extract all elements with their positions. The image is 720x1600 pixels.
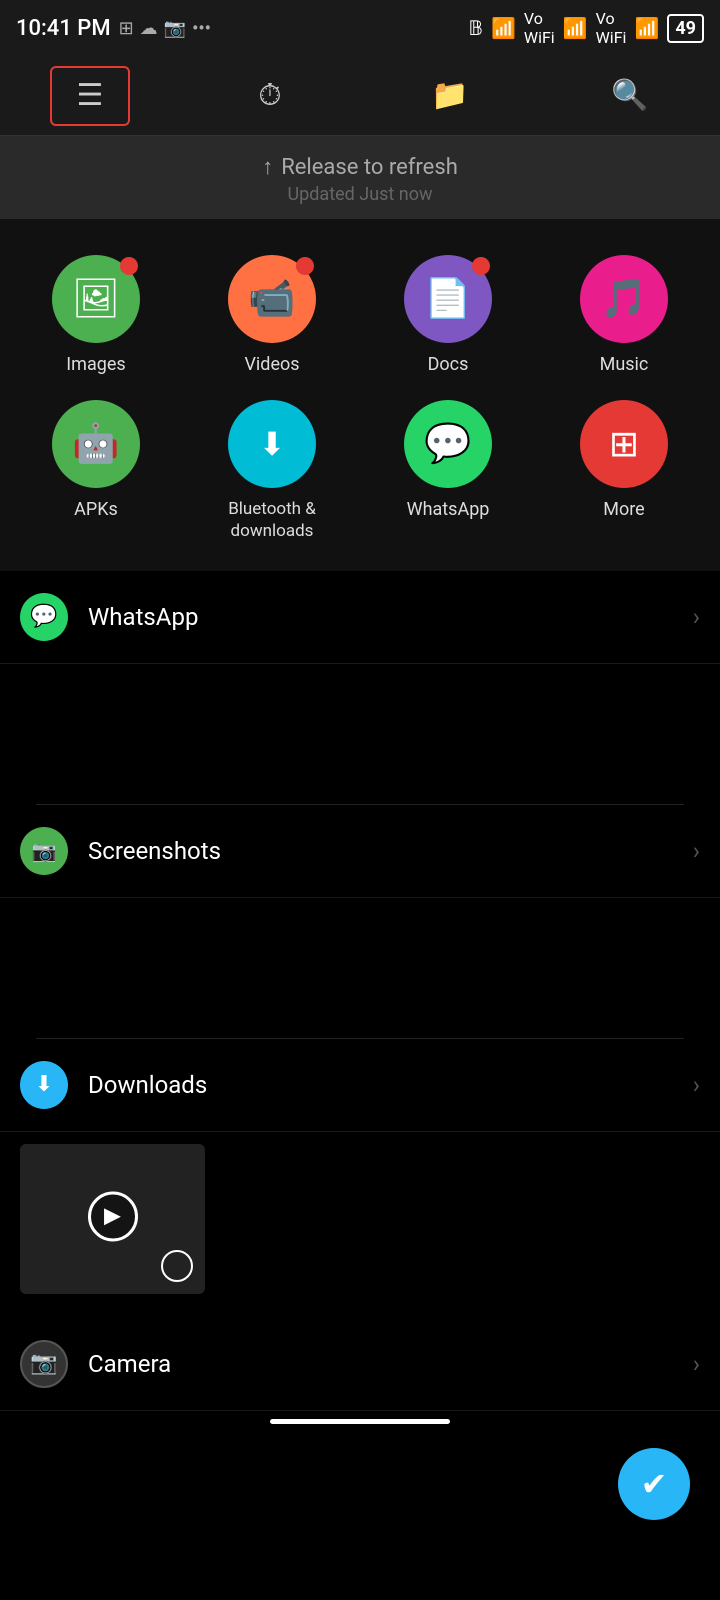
fab-icon: ✔ [641, 1465, 668, 1503]
downloads-section-glyph: ⬇ [35, 1072, 53, 1097]
whatsapp-content [0, 664, 720, 804]
more-icon: ⊞ [609, 423, 639, 465]
images-circle: 🖼 [52, 255, 140, 343]
bluetooth-circle: ⬇ [228, 400, 316, 488]
whatsapp-section-glyph: 💬 [30, 604, 57, 629]
downloads-chevron-icon: › [693, 1071, 700, 1099]
notification-icons: ⊞ ☁ 📷 ••• [119, 18, 211, 39]
music-icon: 🎵 [600, 277, 647, 321]
hash-icon: ⊞ [119, 18, 134, 39]
screenshots-chevron-icon: › [693, 837, 700, 865]
camera-section-label: Camera [88, 1350, 693, 1378]
screenshots-section-label: Screenshots [88, 837, 693, 865]
category-images[interactable]: 🖼 Images [8, 243, 184, 388]
status-bar: 10:41 PM ⊞ ☁ 📷 ••• 𝔹 📶 VoWiFi 📶 VoWiFi 📶… [0, 0, 720, 56]
refresh-subtext: Updated Just now [0, 184, 720, 205]
images-badge [120, 257, 138, 275]
downloads-section-label: Downloads [88, 1071, 693, 1099]
refresh-arrow-icon: ↑ [262, 154, 273, 180]
more-label: More [603, 498, 644, 521]
downloads-section-icon: ⬇ [20, 1061, 68, 1109]
category-apks[interactable]: 🤖 APKs [8, 388, 184, 554]
whatsapp-section-icon: 💬 [20, 593, 68, 641]
wifi-icon: 📶 [634, 16, 659, 40]
home-indicator[interactable] [270, 1419, 450, 1424]
refresh-text: ↑ Release to refresh [0, 154, 720, 180]
videos-circle: 📹 [228, 255, 316, 343]
signal-icon: 📶 [491, 16, 516, 40]
videos-label: Videos [244, 353, 299, 376]
more-circle: ⊞ [580, 400, 668, 488]
apks-label: APKs [74, 498, 118, 521]
circle-indicator [161, 1250, 193, 1282]
screenshots-content [0, 898, 720, 1038]
status-time-area: 10:41 PM ⊞ ☁ 📷 ••• [16, 16, 211, 41]
video-thumbnail[interactable]: ▶ [20, 1144, 205, 1294]
category-grid: 🖼 Images 📹 Videos 📄 Docs 🎵 Music 🤖 APKs [0, 219, 720, 571]
fab-button[interactable]: ✔ [618, 1448, 690, 1520]
history-button[interactable]: ⏱ [230, 66, 310, 126]
docs-icon: 📄 [424, 277, 471, 321]
category-music[interactable]: 🎵 Music [536, 243, 712, 388]
menu-button[interactable]: ☰ [50, 66, 130, 126]
section-downloads[interactable]: ⬇ Downloads › [0, 1039, 720, 1132]
refresh-banner: ↑ Release to refresh Updated Just now [0, 136, 720, 219]
whatsapp-label: WhatsApp [407, 498, 490, 521]
bottom-bar [0, 1419, 720, 1432]
section-camera[interactable]: 📷 Camera › [0, 1318, 720, 1411]
camera-section-icon: 📷 [20, 1340, 68, 1388]
category-docs[interactable]: 📄 Docs [360, 243, 536, 388]
camera-icon: 📷 [164, 18, 186, 39]
dots-icon: ••• [192, 18, 211, 39]
music-circle: 🎵 [580, 255, 668, 343]
docs-badge [472, 257, 490, 275]
signal2-icon: 📶 [563, 16, 588, 40]
images-label: Images [66, 353, 125, 376]
images-icon: 🖼 [72, 277, 120, 321]
docs-circle: 📄 [404, 255, 492, 343]
whatsapp-chevron-icon: › [693, 603, 700, 631]
cloud-icon: ☁ [140, 18, 158, 39]
whatsapp-section-label: WhatsApp [88, 603, 693, 631]
bluetooth-downloads-icon: ⬇ [259, 425, 286, 463]
docs-label: Docs [428, 353, 469, 376]
apks-circle: 🤖 [52, 400, 140, 488]
screenshots-section-glyph: 📷 [32, 839, 57, 863]
category-videos[interactable]: 📹 Videos [184, 243, 360, 388]
play-button[interactable]: ▶ [88, 1191, 138, 1241]
hamburger-icon: ☰ [77, 78, 104, 113]
section-screenshots[interactable]: 📷 Screenshots › [0, 805, 720, 898]
bluetooth-downloads-label: Bluetooth &downloads [228, 498, 316, 542]
search-button[interactable]: 🔍 [590, 66, 670, 126]
search-icon: 🔍 [611, 78, 648, 113]
videos-icon: 📹 [248, 277, 295, 321]
folder-icon: 📁 [431, 78, 468, 113]
apks-icon: 🤖 [72, 422, 119, 466]
vo-wifi2-icon: VoWiFi [596, 9, 627, 47]
screenshots-section-icon: 📷 [20, 827, 68, 875]
camera-section-glyph: 📷 [30, 1351, 57, 1376]
folder-button[interactable]: 📁 [410, 66, 490, 126]
top-nav-bar: ☰ ⏱ 📁 🔍 [0, 56, 720, 136]
music-label: Music [600, 353, 649, 376]
vo-wifi-icon: VoWiFi [524, 9, 555, 47]
battery-display: 49 [667, 14, 704, 43]
section-whatsapp[interactable]: 💬 WhatsApp › [0, 571, 720, 664]
bluetooth-icon: 𝔹 [468, 16, 483, 40]
time-display: 10:41 PM [16, 16, 111, 41]
category-whatsapp[interactable]: 💬 WhatsApp [360, 388, 536, 554]
history-icon: ⏱ [258, 78, 281, 113]
videos-badge [296, 257, 314, 275]
whatsapp-circle: 💬 [404, 400, 492, 488]
category-bluetooth-downloads[interactable]: ⬇ Bluetooth &downloads [184, 388, 360, 554]
category-more[interactable]: ⊞ More [536, 388, 712, 554]
camera-chevron-icon: › [693, 1350, 700, 1378]
whatsapp-icon: 💬 [424, 422, 471, 466]
downloads-thumbnail-area: ▶ [0, 1132, 720, 1318]
status-indicators: 𝔹 📶 VoWiFi 📶 VoWiFi 📶 49 [468, 9, 704, 47]
